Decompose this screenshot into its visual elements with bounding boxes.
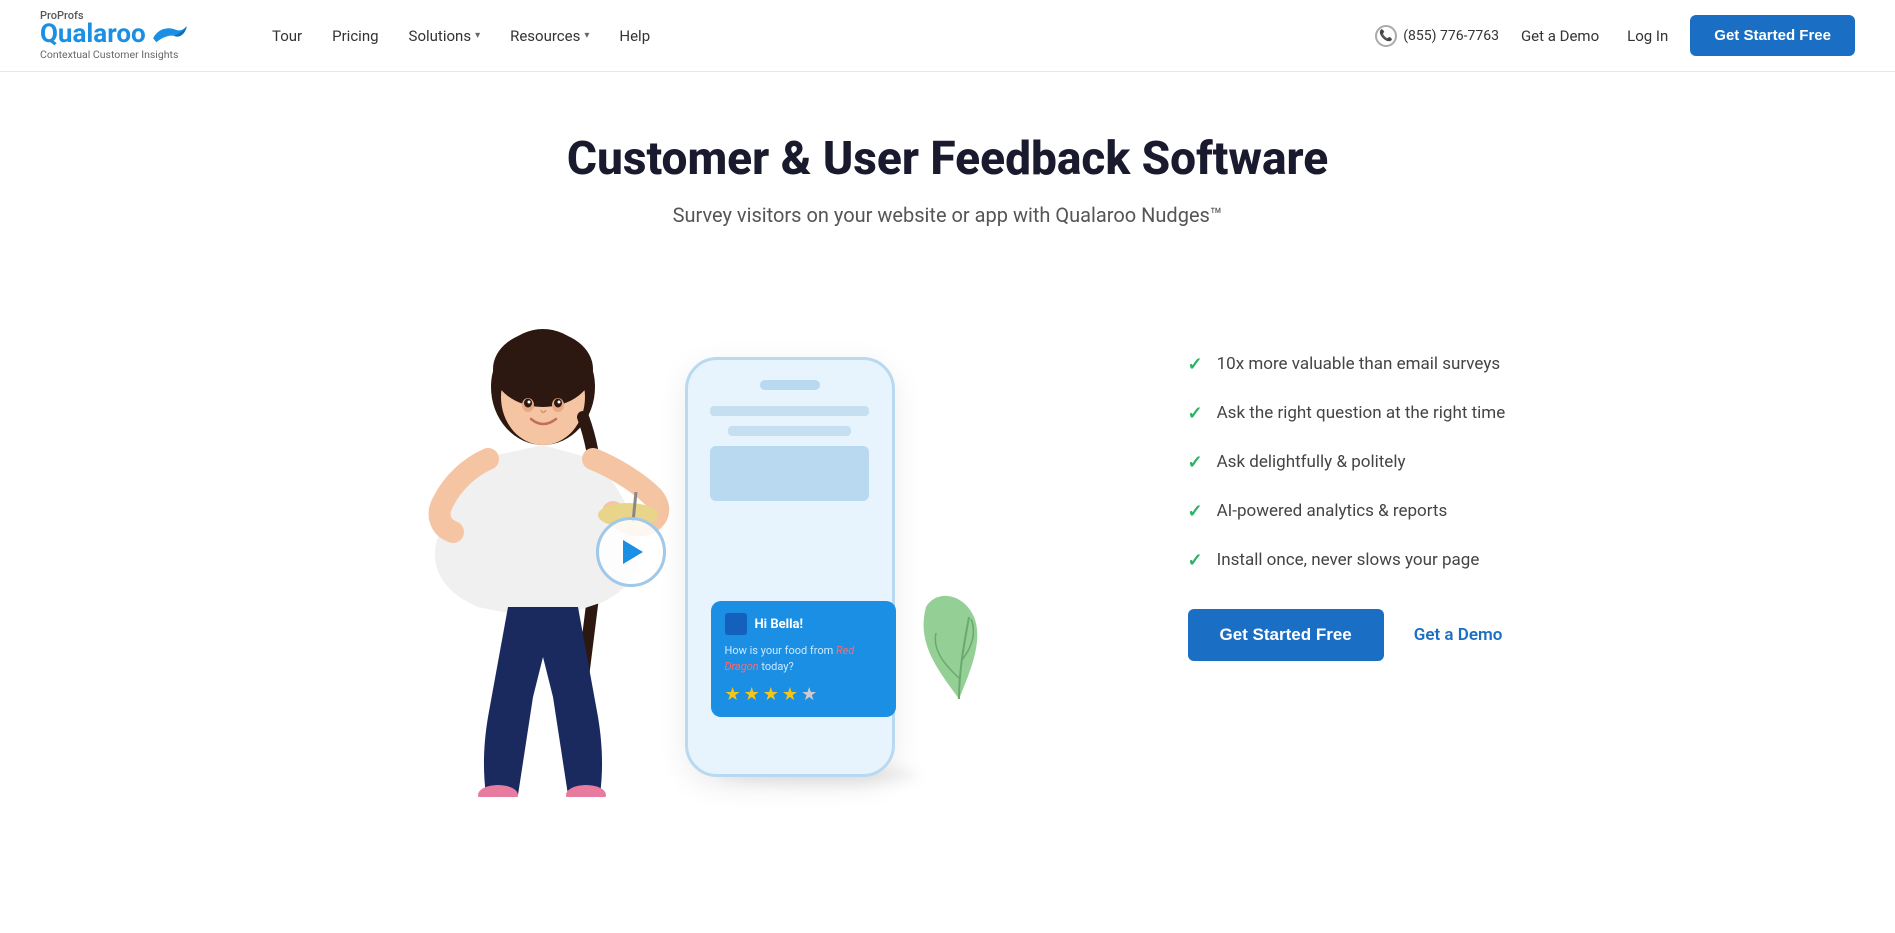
star-1-icon: ★ xyxy=(725,684,741,705)
logo-brand: ProProfs Qualaroo xyxy=(40,10,210,47)
nudge-avatar-icon xyxy=(725,613,747,635)
nav-solutions[interactable]: Solutions ▾ xyxy=(397,19,493,53)
nav-help[interactable]: Help xyxy=(607,19,662,53)
hero: Customer & User Feedback Software Survey… xyxy=(0,72,1895,817)
phone-number: (855) 776-7763 xyxy=(1403,28,1499,44)
login-link[interactable]: Log In xyxy=(1621,23,1674,49)
feature-text-3: Ask delightfully & politely xyxy=(1217,452,1406,472)
hero-section: Customer & User Feedback Software Survey… xyxy=(0,72,1895,817)
logo-bird-icon xyxy=(150,23,188,45)
play-icon xyxy=(623,540,643,564)
phone-area: 📞 (855) 776-7763 xyxy=(1375,25,1499,47)
feature-text-2: Ask the right question at the right time xyxy=(1217,403,1506,423)
nudge-card: Hi Bella! How is your food from Red Drag… xyxy=(711,601,896,717)
header-right: 📞 (855) 776-7763 Get a Demo Log In Get S… xyxy=(1375,15,1855,56)
logo-tagline: Contextual Customer Insights xyxy=(40,48,210,61)
feature-text-4: AI-powered analytics & reports xyxy=(1217,501,1448,521)
feature-item-3: ✓ Ask delightfully & politely xyxy=(1188,452,1548,473)
chevron-down-icon: ▾ xyxy=(475,30,480,41)
hero-get-demo-link[interactable]: Get a Demo xyxy=(1414,625,1503,645)
nudge-greeting: Hi Bella! xyxy=(755,617,804,632)
get-started-button[interactable]: Get Started Free xyxy=(1690,15,1855,56)
play-button[interactable] xyxy=(596,517,666,587)
nav: Tour Pricing Solutions ▾ Resources ▾ Hel… xyxy=(260,19,1375,53)
phone-screen-line-short xyxy=(728,426,851,436)
hero-title: Customer & User Feedback Software xyxy=(567,132,1328,187)
nudge-stars: ★ ★ ★ ★ ★ xyxy=(725,684,882,705)
chevron-down-icon: ▾ xyxy=(584,30,589,41)
hero-illustration: Hi Bella! How is your food from Red Drag… xyxy=(348,277,1148,797)
feature-item-5: ✓ Install once, never slows your page xyxy=(1188,550,1548,571)
phone-notch xyxy=(760,380,820,390)
hero-subtitle: Survey visitors on your website or app w… xyxy=(673,203,1223,227)
nav-tour[interactable]: Tour xyxy=(260,19,314,53)
header: ProProfs Qualaroo Contextual Customer In… xyxy=(0,0,1895,72)
hero-cta-row: Get Started Free Get a Demo xyxy=(1188,609,1548,661)
checkmark-icon: ✓ xyxy=(1188,452,1203,473)
checkmark-icon: ✓ xyxy=(1188,403,1203,424)
feature-text-5: Install once, never slows your page xyxy=(1217,550,1480,570)
star-3-icon: ★ xyxy=(763,684,779,705)
feature-text-1: 10x more valuable than email surveys xyxy=(1217,354,1501,374)
hero-get-started-button[interactable]: Get Started Free xyxy=(1188,609,1384,661)
checkmark-icon: ✓ xyxy=(1188,550,1203,571)
star-2-icon: ★ xyxy=(744,684,760,705)
leaf-right-icon xyxy=(914,589,1004,717)
phone-icon: 📞 xyxy=(1375,25,1397,47)
nudge-header: Hi Bella! xyxy=(725,613,882,635)
star-5-icon: ★ xyxy=(801,684,817,705)
feature-item-2: ✓ Ask the right question at the right ti… xyxy=(1188,403,1548,424)
logo-name: Qualaroo xyxy=(40,21,146,47)
nudge-question: How is your food from Red Dragon today? xyxy=(725,643,882,674)
hero-features: ✓ 10x more valuable than email surveys ✓… xyxy=(1148,354,1548,721)
nav-pricing[interactable]: Pricing xyxy=(320,19,390,53)
checkmark-icon: ✓ xyxy=(1188,354,1203,375)
nudge-restaurant: Red Dragon xyxy=(725,644,855,672)
checkmark-icon: ✓ xyxy=(1188,501,1203,522)
feature-item-4: ✓ AI-powered analytics & reports xyxy=(1188,501,1548,522)
nav-resources[interactable]: Resources ▾ xyxy=(498,19,601,53)
hero-content: Hi Bella! How is your food from Red Drag… xyxy=(348,277,1548,797)
phone-screen-line xyxy=(710,406,868,416)
phone-screen-rect xyxy=(710,446,868,501)
get-demo-link[interactable]: Get a Demo xyxy=(1515,23,1605,49)
star-4-icon: ★ xyxy=(782,684,798,705)
feature-item-1: ✓ 10x more valuable than email surveys xyxy=(1188,354,1548,375)
logo-area: ProProfs Qualaroo Contextual Customer In… xyxy=(40,10,210,61)
